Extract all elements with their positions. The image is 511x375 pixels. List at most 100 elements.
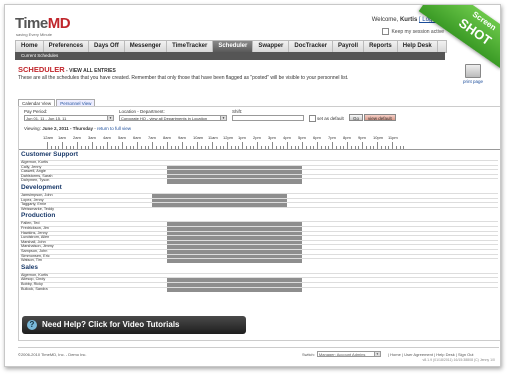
nav-item-swapper[interactable]: Swapper [253,41,290,52]
view-default-button[interactable]: view default [364,114,396,121]
employee-name[interactable]: Fredrickson, Jim [21,226,49,230]
tagline: saving Every Minute [16,32,53,37]
footer-links[interactable]: | Home | User Agreement | Help Desk | Si… [388,352,474,357]
nav-item-messenger[interactable]: Messenger [125,41,168,52]
shift-select[interactable] [232,115,304,121]
pay-period-label: Pay Period: [24,109,48,114]
hour-label: 10am [193,135,204,140]
employee-name[interactable]: Simmonsen, Eric [21,254,50,258]
hour-tick [167,142,168,149]
set-default[interactable]: set as default [309,115,344,122]
switch-select[interactable]: Manager: Account Admins ▼ [316,351,381,357]
hour-tick [335,146,337,149]
hour-label: 8pm [343,135,351,140]
schedule-row[interactable]: Bullock, Sandra [20,286,498,292]
hour-label: 3am [88,135,96,140]
hour-tick [264,146,266,149]
pay-period-select[interactable]: Jun 01, 11 - Jun 15, 11 ▼ [24,115,114,121]
employee-name[interactable]: Taggarty, Ernie [21,202,46,206]
employee-name[interactable]: Cally, Jenny [21,165,41,169]
subnav-current-schedules[interactable]: Current Schedules [21,53,58,58]
nav-item-timetracker[interactable]: TimeTracker [167,41,214,52]
hour-tick [219,146,221,149]
version: v8.1.9 (01/18/2011) 16/15:38808 (C) Jenn… [422,358,495,362]
printer-icon [465,64,481,78]
hour-tick [92,142,93,149]
employee-name[interactable]: Sampson, John [21,249,47,253]
hour-tick [234,146,236,149]
video-tutorials-button[interactable]: ? Need Help? Click for Video Tutorials [22,316,246,334]
hour-tick [65,146,67,149]
set-default-checkbox[interactable] [309,115,316,122]
employee-name[interactable]: Bullock, Sandra [21,287,48,291]
hour-label: 8am [163,135,171,140]
hour-tick [242,142,243,149]
schedule-row[interactable]: Watson, Tim [20,258,498,264]
hour-tick [305,146,307,149]
hour-label: 10pm [373,135,384,140]
employee-name[interactable]: Algernon, Kurtis [21,160,48,164]
hour-tick [178,146,180,149]
employee-name[interactable]: Jamsimpson, John [21,193,53,197]
hour-label: 6am [133,135,141,140]
help-icon: ? [27,320,37,330]
employee-name[interactable]: Dalrymen, Tyson [21,178,49,182]
location-select[interactable]: Corporate HQ - view all Departments in L… [119,115,227,121]
logo[interactable]: TimeMD [15,15,71,32]
hour-label: 2pm [253,135,261,140]
return-full-view-link[interactable]: return to full view [97,126,131,131]
shift-bar[interactable] [167,179,302,184]
employee-name[interactable]: Dahlstorms, Sarah [21,174,52,178]
hour-tick [62,142,63,149]
employee-name[interactable]: Algernon, Kurtis [21,273,48,277]
hour-tick [223,146,225,149]
schedule-row[interactable]: Dalrymen, Tyson [20,178,498,184]
hour-tick [290,146,292,149]
hour-tick [279,146,281,149]
keep-session[interactable]: Keep my session active [382,28,444,35]
employee-name[interactable]: Watson, Tim [21,258,42,262]
hour-tick [77,142,78,149]
hour-tick [287,142,288,149]
nav-item-home[interactable]: Home [16,41,44,52]
shift-bar[interactable] [167,259,302,264]
employee-name[interactable]: Allesop, Cindy [21,277,45,281]
nav-item-doctracker[interactable]: DocTracker [289,41,334,52]
schedule-panel: Pay Period: Jun 01, 11 - Jun 15, 11 ▼ Loc… [18,106,500,341]
nav-item-help-desk[interactable]: Help Desk [398,41,438,52]
hour-tick [118,146,120,149]
employee-name[interactable]: Fallen, Ted [21,221,40,225]
employee-name[interactable]: Lopez, Jenny [21,198,44,202]
hour-tick [313,146,315,149]
hour-label: 2am [73,135,81,140]
employee-name[interactable]: Lundstrom, Allen [21,235,49,239]
hour-tick [84,146,86,149]
hour-label: 1am [58,135,66,140]
employee-name[interactable]: Hawkins, Jenny [21,231,48,235]
nav-item-scheduler[interactable]: Scheduler [213,41,254,52]
employee-name[interactable]: Caswell, Angie [21,169,46,173]
hour-tick [230,146,232,149]
schedule-row[interactable]: Weissmarke, Teddy [20,206,498,212]
shift-bar[interactable] [167,287,302,292]
keep-session-checkbox[interactable] [382,28,390,35]
employee-name[interactable]: Weissmarke, Teddy [21,207,54,211]
hour-tick [245,146,247,149]
nav-item-days-off[interactable]: Days Off [89,41,125,52]
hour-tick [170,146,172,149]
print-page-button[interactable]: print page [453,64,493,84]
employee-name[interactable]: Bobby, Ricky [21,282,43,286]
hour-label: 1pm [238,135,246,140]
nav-item-payroll[interactable]: Payroll [333,41,365,52]
hour-label: 12am [43,135,54,140]
go-button[interactable]: Go [349,114,364,121]
hour-tick [47,142,48,149]
employee-name[interactable]: Marshalson, Jimmy [21,244,54,248]
hour-tick [159,146,161,149]
hour-tick [339,146,341,149]
employee-name[interactable]: Marshall, John [21,240,46,244]
hour-tick [324,146,326,149]
hour-label: 4am [103,135,111,140]
nav-item-preferences[interactable]: Preferences [44,41,90,52]
nav-item-reports[interactable]: Reports [364,41,398,52]
